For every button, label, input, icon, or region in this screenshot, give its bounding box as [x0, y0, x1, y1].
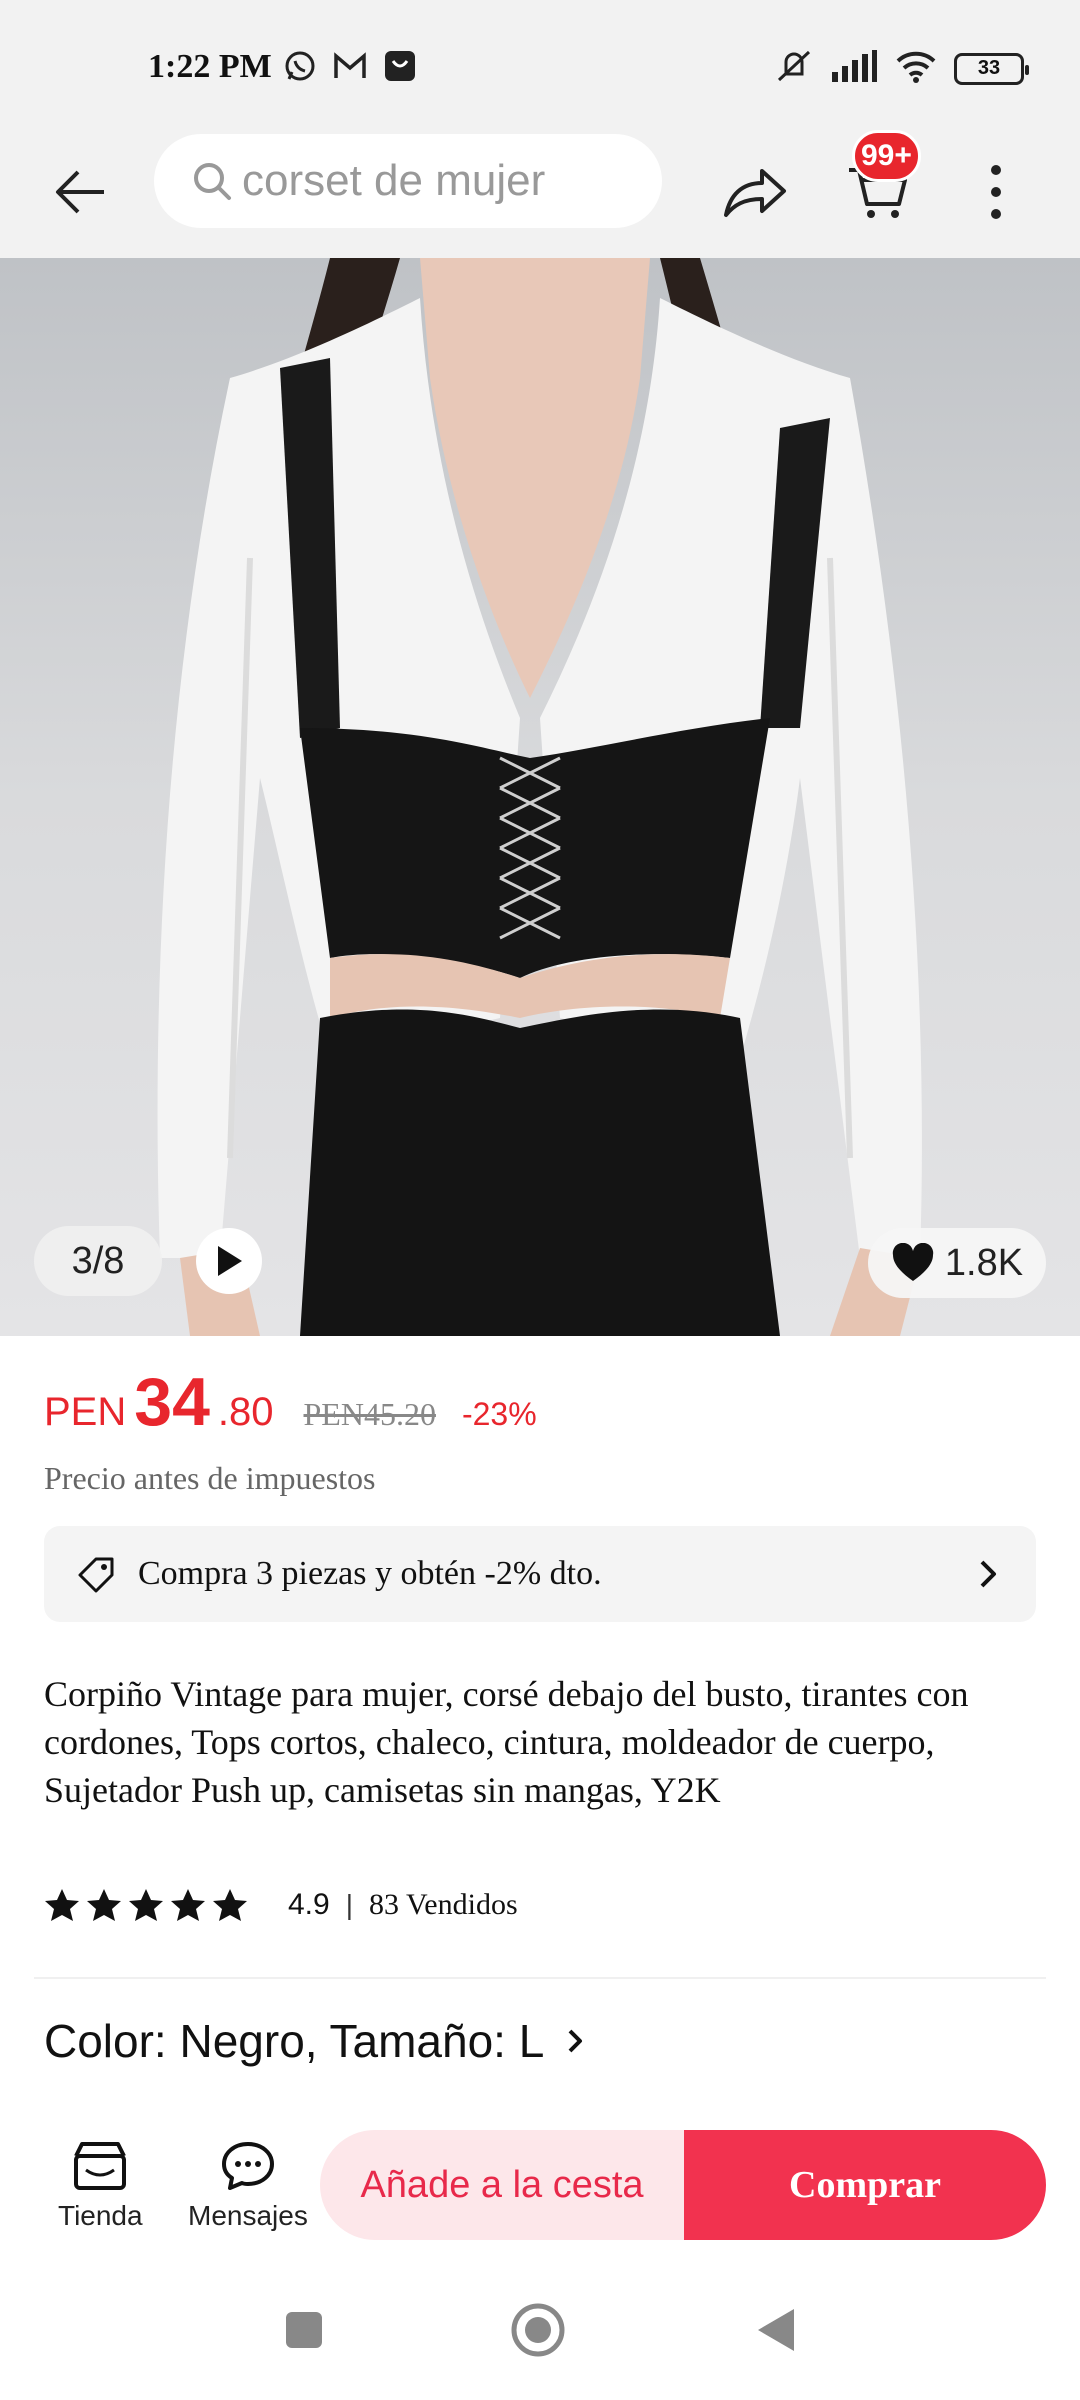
star-icon: [87, 1889, 121, 1921]
likes-count: 1.8K: [944, 1241, 1024, 1284]
search-icon: [194, 163, 231, 200]
triangle-back-icon: [758, 2309, 794, 2351]
status-time: 1:22 PM: [148, 48, 272, 85]
mute-icon: [774, 48, 814, 89]
promo-text: Compra 3 piezas y obtén -2% dto.: [138, 1555, 602, 1592]
variant-selector[interactable]: Color: Negro, Tamaño: L: [44, 2014, 588, 2068]
price-currency: PEN: [44, 1390, 127, 1434]
chat-bubble-icon: [221, 2142, 274, 2190]
system-status-icons: 33: [774, 48, 1029, 89]
recent-apps-button[interactable]: [274, 2300, 334, 2360]
variant-text: Color: Negro, Tamaño: L: [44, 2015, 545, 2067]
messages-label: Mensajes: [188, 2200, 308, 2231]
signal-icon: [830, 50, 878, 87]
rating-value: 4.9: [288, 1888, 330, 1921]
wifi-icon: [894, 49, 938, 88]
notification-icons: [282, 48, 418, 84]
star-icon: [129, 1889, 163, 1921]
search-query: corset de mujer: [242, 156, 546, 205]
home-button[interactable]: [508, 2300, 568, 2360]
star-icon: [171, 1889, 205, 1921]
top-nav: corset de mujer 99+: [0, 130, 1080, 258]
wishlist-button[interactable]: 1.8K: [868, 1228, 1046, 1298]
dot-icon: [991, 187, 1001, 197]
price-row: PEN 34 .80 PEN45.20 -23%: [44, 1368, 537, 1436]
home-circle-icon: [511, 2303, 565, 2357]
store-tab[interactable]: Tienda: [58, 2140, 143, 2232]
system-navigation-bar: [0, 2270, 1080, 2400]
sold-count: 83 Vendidos: [369, 1888, 518, 1921]
status-bar: 1:22 PM 33: [0, 0, 1080, 130]
promo-banner[interactable]: Compra 3 piezas y obtén -2% dto.: [44, 1526, 1036, 1622]
battery-icon: 33: [954, 52, 1029, 85]
tax-note: Precio antes de impuestos: [44, 1460, 376, 1496]
add-to-cart-button[interactable]: Añade a la cesta: [320, 2130, 684, 2240]
battery-level: 33: [977, 57, 1001, 79]
product-photo: [0, 258, 1080, 1336]
square-icon: [286, 2312, 322, 2348]
star-icon: [45, 1889, 79, 1921]
aliexpress-icon: [382, 48, 418, 84]
heart-icon: [892, 1243, 934, 1281]
star-rating: [44, 1888, 248, 1922]
play-icon: [218, 1246, 242, 1276]
star-icon: [213, 1889, 247, 1921]
dot-icon: [991, 209, 1001, 219]
arrow-left-icon: [56, 170, 104, 214]
discount-badge: -23%: [461, 1396, 537, 1432]
dot-icon: [991, 165, 1001, 175]
price-integer: 34: [134, 1364, 210, 1440]
product-image[interactable]: [0, 258, 1080, 1336]
messages-tab[interactable]: Mensajes: [188, 2140, 308, 2232]
bottom-action-bar: Tienda Mensajes Añade a la cesta Comprar: [0, 2110, 1080, 2270]
store-icon: [74, 2142, 127, 2190]
search-input[interactable]: corset de mujer: [154, 134, 662, 228]
whatsapp-icon: [282, 48, 318, 84]
store-label: Tienda: [58, 2200, 143, 2231]
chevron-right-icon: [568, 2029, 583, 2053]
chevron-right-icon: [980, 1560, 996, 1588]
divider: [34, 1977, 1046, 1979]
price-decimal: .80: [217, 1390, 274, 1434]
gmail-icon: [332, 48, 368, 84]
tag-icon: [78, 1557, 114, 1593]
rating-row[interactable]: 4.9 | 83 Vendidos: [44, 1888, 518, 1922]
play-video-button[interactable]: [196, 1228, 262, 1294]
buy-now-button[interactable]: Comprar: [684, 2130, 1046, 2240]
cart-count-badge: 99+: [852, 130, 921, 182]
back-button[interactable]: [40, 152, 120, 232]
rating-separator: |: [345, 1889, 353, 1920]
back-nav-button[interactable]: [746, 2300, 806, 2360]
product-title: Corpiño Vintage para mujer, corsé debajo…: [44, 1674, 969, 1810]
original-price: PEN45.20: [303, 1396, 436, 1432]
share-icon: [724, 169, 786, 217]
share-button[interactable]: [716, 152, 796, 232]
image-counter: 3/8: [34, 1226, 162, 1296]
more-options-button[interactable]: [966, 152, 1026, 232]
